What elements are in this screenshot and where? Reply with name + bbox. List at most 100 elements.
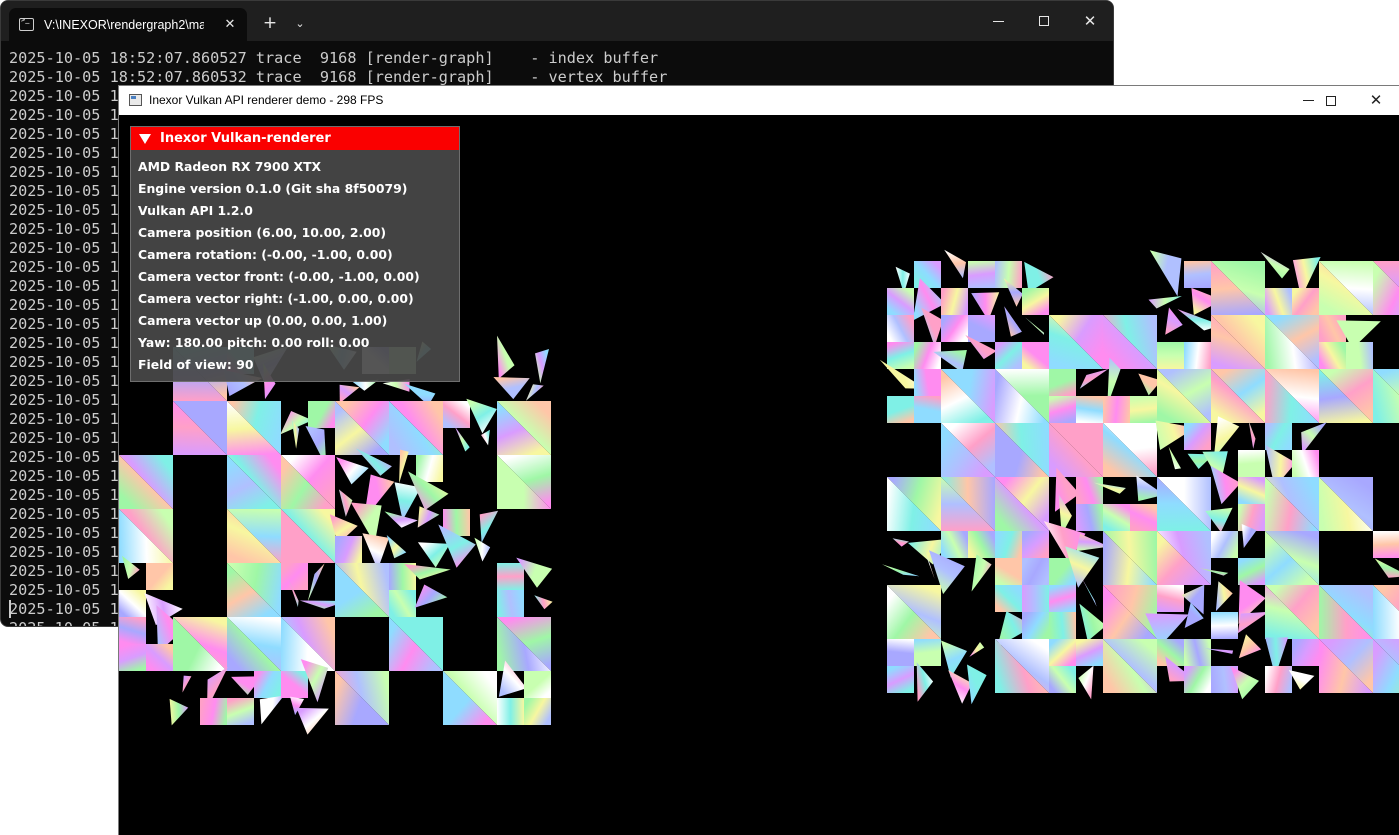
cube-fragment <box>1165 307 1183 335</box>
terminal-icon <box>19 16 34 31</box>
cube-fragment <box>1049 585 1076 612</box>
cube-fragment <box>308 401 335 428</box>
tab-dropdown-button[interactable]: ⌄ <box>289 12 311 34</box>
cube-fragment <box>493 377 530 400</box>
cube-fragment <box>1319 342 1346 369</box>
terminal-titlebar[interactable]: V:\INEXOR\rendergraph2\mai ✕ + ⌄ ✕ <box>1 1 1113 41</box>
cube-fragment <box>1211 531 1238 558</box>
cube-fragment <box>1265 666 1292 693</box>
terminal-close-button[interactable]: ✕ <box>1067 1 1113 41</box>
cube-fragment <box>1157 585 1184 612</box>
cube-fragment <box>887 342 914 369</box>
close-icon: ✕ <box>1083 11 1097 30</box>
cube-fragment <box>281 563 308 590</box>
cube-fragment <box>887 315 914 342</box>
cube-fragment <box>1049 369 1076 396</box>
cube-fragment <box>1079 369 1109 389</box>
cube-fragment <box>1049 639 1076 666</box>
maximize-icon <box>1039 16 1049 26</box>
cube-fragment <box>417 542 450 568</box>
cube-fragment <box>336 457 369 485</box>
cube-fragment <box>466 398 497 434</box>
cube-fragment <box>1292 450 1319 477</box>
cube-fragment <box>416 455 443 482</box>
cube-fragment <box>399 449 409 484</box>
imgui-panel-header[interactable]: Inexor Vulkan-renderer <box>131 127 459 150</box>
cube-fragment <box>914 342 941 369</box>
minimize-icon <box>992 20 1004 22</box>
cube-fragment <box>1049 612 1076 639</box>
imgui-info-line: Camera vector up (0.00, 0.00, 1.00) <box>138 313 388 328</box>
cube-fragment <box>384 511 418 528</box>
maximize-icon <box>1326 95 1336 106</box>
cube-fragment <box>146 563 173 590</box>
cube-fragment <box>892 538 909 547</box>
cube-fragment <box>335 536 362 563</box>
cube-fragment <box>1265 288 1292 315</box>
cube-fragment <box>882 564 920 577</box>
cube-fragment <box>338 489 353 517</box>
cube-fragment <box>1238 477 1265 504</box>
cube-fragment <box>914 369 941 396</box>
cube-fragment <box>1184 666 1211 693</box>
imgui-info-line: Camera rotation: (-0.00, -1.00, 0.00) <box>138 247 393 262</box>
imgui-panel-body: AMD Radeon RX 7900 XTX Engine version 0.1… <box>131 150 459 378</box>
cube-fragment <box>968 261 995 288</box>
cube-fragment <box>1103 504 1130 531</box>
cube-fragment <box>941 315 968 342</box>
collapse-triangle-icon[interactable] <box>139 133 151 144</box>
cube-fragment <box>1078 665 1094 700</box>
cube-fragment <box>1130 504 1157 531</box>
terminal-minimize-button[interactable] <box>975 1 1021 41</box>
cube-fragment <box>296 707 329 735</box>
cube-fragment <box>1184 639 1211 666</box>
terminal-maximize-button[interactable] <box>1021 1 1067 41</box>
cube-fragment <box>914 261 941 288</box>
cube-fragment <box>1022 612 1049 639</box>
cube-fragment <box>1374 558 1399 578</box>
cube-fragment <box>1265 423 1292 450</box>
cube-fragment <box>1373 531 1399 558</box>
renderer-titlebar[interactable]: Inexor Vulkan API renderer demo - 298 FP… <box>119 86 1399 115</box>
cube-fragment <box>967 664 987 705</box>
cube-fragment <box>1148 296 1182 309</box>
cube-fragment <box>995 342 1022 369</box>
cube-fragment <box>887 396 914 423</box>
cube-fragment <box>497 698 524 725</box>
renderer-close-button[interactable]: ✕ <box>1353 86 1399 115</box>
render-viewport[interactable]: Inexor Vulkan-renderer AMD Radeon RX 790… <box>119 115 1399 835</box>
terminal-tab[interactable]: V:\INEXOR\rendergraph2\mai ✕ <box>9 8 247 41</box>
renderer-maximize-button[interactable] <box>1308 86 1354 115</box>
cube-fragment <box>1288 670 1315 690</box>
cube-fragment <box>534 595 553 610</box>
cube-fragment <box>1292 639 1319 666</box>
cube-fragment <box>227 698 254 725</box>
tab-close-icon[interactable]: ✕ <box>219 13 241 35</box>
cube-fragment <box>1130 396 1157 423</box>
imgui-info-line: Yaw: 180.00 pitch: 0.00 roll: 0.00 <box>138 335 370 350</box>
cube-fragment <box>995 585 1022 612</box>
cube-fragment <box>1238 450 1265 477</box>
cube-fragment <box>914 396 941 423</box>
cube-fragment <box>1080 576 1097 607</box>
imgui-info-line: Camera vector front: (-0.00, -1.00, 0.00… <box>138 269 420 284</box>
imgui-debug-panel[interactable]: Inexor Vulkan-renderer AMD Radeon RX 790… <box>130 126 460 382</box>
cube-fragment <box>389 590 416 617</box>
cube-fragment <box>1076 639 1103 666</box>
cube-fragment <box>1022 531 1049 558</box>
cube-fragment <box>1022 342 1049 369</box>
imgui-info-line: Vulkan API 1.2.0 <box>138 203 253 218</box>
cube-fragment <box>1184 342 1211 369</box>
imgui-info-line: Camera vector right: (-1.00, 0.00, 0.00) <box>138 291 414 306</box>
cube-fragment <box>1022 558 1049 585</box>
imgui-info-line: Camera position (6.00, 10.00, 2.00) <box>138 225 387 240</box>
cube-fragment <box>525 384 544 401</box>
new-tab-button[interactable]: + <box>259 12 281 34</box>
cube-fragment <box>968 531 995 558</box>
cube-fragment <box>479 510 499 543</box>
cube-fragment <box>1184 423 1211 450</box>
cube-fragment <box>944 249 966 279</box>
cube-fragment <box>1022 288 1049 315</box>
cube-fragment <box>417 506 440 528</box>
cube-fragment <box>971 554 992 592</box>
